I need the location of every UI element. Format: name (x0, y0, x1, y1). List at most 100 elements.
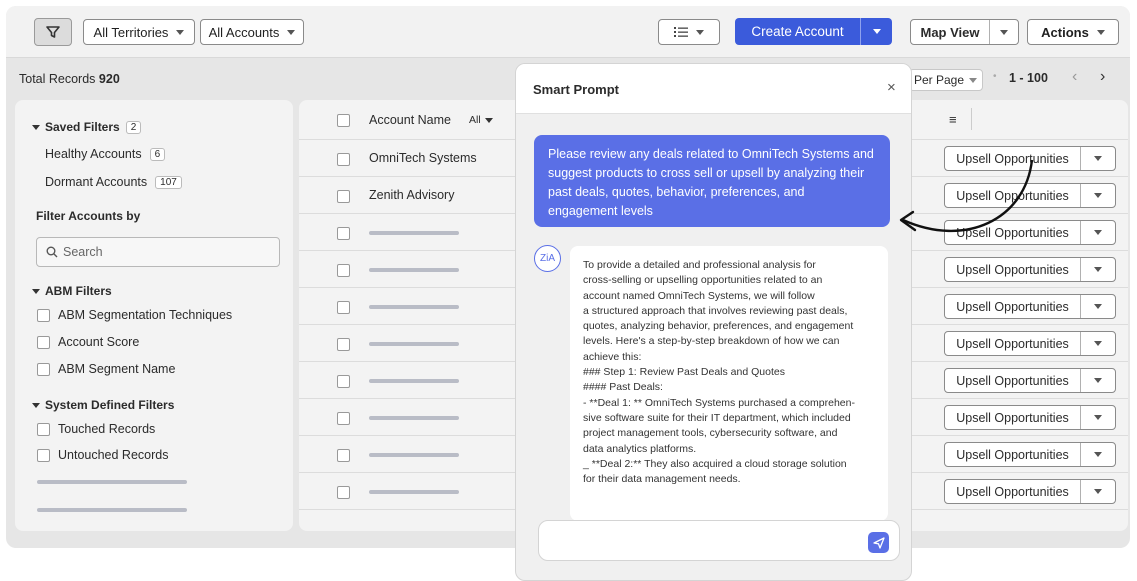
message-line: engagement levels (548, 204, 653, 218)
filter-toggle-button[interactable] (34, 18, 72, 46)
filter-checkbox[interactable] (37, 362, 50, 376)
row-checkbox[interactable] (337, 412, 350, 425)
upsell-opportunities-button[interactable]: Upsell Opportunities (944, 442, 1116, 467)
row-checkbox[interactable] (337, 301, 350, 314)
account-name-cell[interactable]: OmniTech Systems (369, 151, 477, 165)
select-all-checkbox[interactable] (337, 114, 350, 127)
chevron-down-icon (1094, 378, 1102, 383)
per-page-dropdown[interactable]: Per Page (909, 69, 983, 91)
upsell-menu-button[interactable] (1081, 267, 1115, 272)
upsell-menu-button[interactable] (1081, 415, 1115, 420)
saved-filter-item[interactable]: Dormant Accounts 107 (45, 175, 182, 189)
create-account-button[interactable]: Create Account (735, 18, 860, 45)
loading-placeholder (37, 508, 187, 512)
response-line: for their data management needs. (583, 473, 741, 486)
row-checkbox[interactable] (337, 486, 350, 499)
upsell-opportunities-button[interactable]: Upsell Opportunities (944, 331, 1116, 356)
abm-filter-option[interactable]: ABM Segmentation Techniques (37, 308, 232, 322)
column-filter-dropdown[interactable]: All (469, 114, 493, 126)
chevron-down-icon (1096, 29, 1105, 35)
territories-label: All Territories (93, 24, 169, 40)
actions-label: Actions (1041, 24, 1089, 40)
abm-filter-label: ABM Segmentation Techniques (58, 308, 233, 322)
filter-checkbox[interactable] (37, 335, 50, 349)
upsell-opportunities-button[interactable]: Upsell Opportunities (944, 405, 1116, 430)
system-filter-option[interactable]: Touched Records (37, 422, 155, 436)
upsell-menu-button[interactable] (1081, 452, 1115, 457)
saved-filter-item[interactable]: Healthy Accounts 6 (45, 147, 166, 161)
chevron-down-icon (1094, 156, 1102, 161)
list-view-dropdown[interactable] (658, 19, 720, 45)
next-page-icon[interactable]: › (1100, 68, 1105, 86)
upsell-menu-button[interactable] (1081, 230, 1115, 235)
response-line: levels. Here's a step-by-step breakdown … (583, 335, 840, 348)
system-filter-option[interactable]: Untouched Records (37, 448, 168, 462)
row-checkbox[interactable] (337, 264, 350, 277)
avatar-label: ZiA (540, 253, 555, 264)
row-checkbox[interactable] (337, 153, 350, 166)
loading-placeholder (369, 305, 459, 309)
close-icon[interactable]: × (887, 79, 896, 96)
saved-filters-header[interactable]: Saved Filters 2 (32, 120, 142, 134)
create-account-label: Create Account (751, 24, 844, 39)
row-checkbox[interactable] (337, 338, 350, 351)
upsell-menu-button[interactable] (1081, 341, 1115, 346)
upsell-menu-button[interactable] (1081, 378, 1115, 383)
saved-filter-count: 107 (155, 175, 182, 189)
map-view-menu-button[interactable] (990, 20, 1018, 44)
upsell-opportunities-button[interactable]: Upsell Opportunities (944, 368, 1116, 393)
prompt-input[interactable] (538, 520, 900, 561)
actions-dropdown[interactable]: Actions (1027, 19, 1119, 45)
filter-checkbox[interactable] (37, 422, 50, 436)
abm-filters-label: ABM Filters (45, 284, 112, 298)
loading-placeholder (369, 231, 459, 235)
saved-filter-count: 6 (149, 147, 166, 161)
response-line: achieve this: (583, 350, 642, 363)
account-name-header[interactable]: Account Name (369, 113, 451, 127)
upsell-opportunities-button[interactable]: Upsell Opportunities (944, 257, 1116, 282)
loading-placeholder (369, 453, 459, 457)
system-filters-header[interactable]: System Defined Filters (32, 398, 174, 412)
filter-search-input[interactable]: Search (36, 237, 280, 267)
abm-filters-header[interactable]: ABM Filters (32, 284, 112, 298)
upsell-label: Upsell Opportunities (945, 258, 1081, 281)
accounts-dropdown[interactable]: All Accounts (200, 19, 304, 45)
chevron-down-icon (287, 29, 296, 35)
upsell-menu-button[interactable] (1081, 304, 1115, 309)
send-button[interactable] (868, 532, 889, 553)
total-records: Total Records 920 (19, 72, 120, 86)
upsell-opportunities-button[interactable]: Upsell Opportunities (944, 294, 1116, 319)
territories-dropdown[interactable]: All Territories (83, 19, 195, 45)
response-line: - **Deal 1: ** OmniTech Systems purchase… (583, 396, 855, 409)
abm-filter-option[interactable]: ABM Segment Name (37, 362, 175, 376)
upsell-label: Upsell Opportunities (945, 369, 1081, 392)
map-view-button[interactable]: Map View (911, 20, 990, 44)
upsell-menu-button[interactable] (1081, 193, 1115, 198)
row-checkbox[interactable] (337, 449, 350, 462)
upsell-menu-button[interactable] (1081, 156, 1115, 161)
upsell-label: Upsell Opportunities (945, 332, 1081, 355)
previous-page-icon[interactable]: ‹ (1072, 68, 1077, 86)
account-name-cell[interactable]: Zenith Advisory (369, 188, 454, 202)
column-menu-icon[interactable]: ≡ (949, 112, 957, 127)
upsell-menu-button[interactable] (1081, 489, 1115, 494)
abm-filter-option[interactable]: Account Score (37, 335, 139, 349)
saved-filters-label: Saved Filters (45, 120, 120, 134)
filter-checkbox[interactable] (37, 308, 50, 322)
chevron-down-icon (1094, 341, 1102, 346)
create-account-split-button: Create Account (735, 18, 892, 45)
row-checkbox[interactable] (337, 227, 350, 240)
accounts-label: All Accounts (208, 24, 280, 40)
caret-down-icon (32, 288, 40, 294)
system-filters-label: System Defined Filters (45, 398, 175, 412)
filter-checkbox[interactable] (37, 448, 50, 462)
saved-filters-count: 2 (125, 120, 142, 134)
loading-placeholder (369, 416, 459, 420)
upsell-label: Upsell Opportunities (945, 480, 1081, 503)
upsell-opportunities-button[interactable]: Upsell Opportunities (944, 479, 1116, 504)
row-checkbox[interactable] (337, 190, 350, 203)
create-account-menu-button[interactable] (860, 18, 892, 45)
column-divider (971, 108, 972, 130)
saved-filter-label: Healthy Accounts (45, 147, 142, 161)
row-checkbox[interactable] (337, 375, 350, 388)
